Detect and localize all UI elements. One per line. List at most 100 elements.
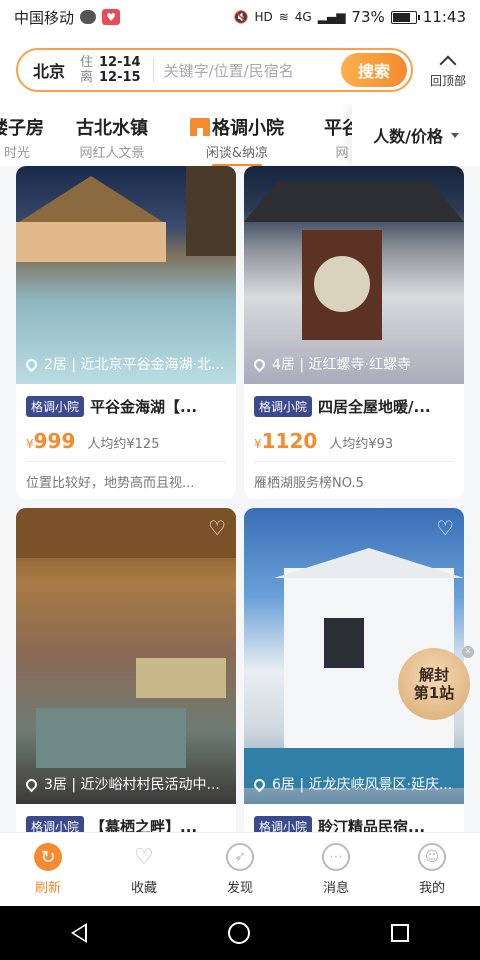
tab-profile[interactable]: ☺ 我的 (384, 833, 480, 906)
listing-title: 【慕栖之畔】... (90, 818, 198, 832)
location-text: 4居 | 近红螺寺·红螺寺 (272, 357, 411, 373)
carrier-label: 中国移动 (14, 8, 75, 27)
per-person-price: 人均约¥125 (87, 437, 160, 452)
heart-icon: ♡ (134, 844, 154, 870)
battery-percent: 73% (351, 8, 385, 26)
status-bar: 中国移动 ♥ 🔇 HD ≋ 4G ▂▄▆ 73% 11:43 (0, 0, 480, 34)
location-text: 2居 | 近北京平谷金海湖·北... (44, 357, 225, 373)
tab-title: 格调小院 (212, 118, 284, 139)
moon-gate (314, 256, 370, 312)
back-to-top-label: 回顶部 (429, 73, 466, 88)
listing-title: 平谷金海湖【... (90, 398, 198, 416)
search-button[interactable]: 搜索 (341, 53, 407, 87)
roof-shape (244, 182, 464, 222)
listing-location: 6居 | 近龙庆峡风景区·延庆... (254, 774, 459, 794)
tab-subtitle: 闲谈&纳凉 (205, 146, 269, 161)
listing-card[interactable]: 4居 | 近红螺寺·红螺寺 格调小院 四居全屋地暖/... ¥1120 人均约¥… (244, 166, 464, 499)
tab-subtitle: 时光 (3, 146, 30, 161)
tab-favorites[interactable]: ♡ 收藏 (96, 833, 192, 906)
listing-grid: 2居 | 近北京平谷金海湖·北... 格调小院 平谷金海湖【... ¥999 人… (0, 166, 480, 832)
tab-gediaoxiaoyuan[interactable]: 格调小院 闲谈&纳凉 (190, 114, 284, 166)
date-selector[interactable]: 住 12-14 离 12-15 (80, 55, 141, 85)
close-icon[interactable]: ✕ (462, 646, 474, 658)
bed-shape (136, 658, 226, 698)
category-tag: 格调小院 (26, 396, 85, 417)
listing-location: 4居 | 近红螺寺·红螺寺 (254, 354, 459, 374)
price-value: 999 (33, 429, 76, 453)
favorite-heart-icon[interactable]: ♡ (436, 516, 454, 540)
tab-gubeishuizhen[interactable]: 古北水镇 网红人文景 (76, 114, 148, 161)
house-icon (190, 118, 210, 136)
listing-photo[interactable]: 4居 | 近红螺寺·红螺寺 (244, 166, 464, 384)
mute-icon: 🔇 (233, 10, 249, 24)
filter-dropdown[interactable]: 人数/价格 (352, 104, 480, 166)
listing-price: ¥999 (26, 429, 75, 453)
listing-description: 雁栖湖服务榜NO.5 (254, 476, 364, 491)
listing-card[interactable]: ♡ 3居 | 近沙峪村村民活动中... 格调小院 【慕栖之畔】... (16, 508, 236, 832)
divider (254, 461, 454, 462)
listing-photo[interactable]: 2居 | 近北京平谷金海湖·北... (16, 166, 236, 384)
category-tag: 格调小院 (26, 816, 85, 832)
tab-label: 消息 (322, 881, 349, 896)
system-nav-bar (0, 906, 480, 960)
city-selector[interactable]: 北京 (18, 58, 80, 82)
tab-subtitle: 网红人文景 (79, 146, 145, 161)
tab-louzifang[interactable]: 楼子房 时光 (0, 114, 44, 161)
currency-symbol: ¥ (254, 437, 262, 451)
location-text: 6居 | 近龙庆峡风景区·延庆... (272, 777, 453, 793)
divider (26, 461, 226, 462)
category-tag: 格调小院 (254, 396, 313, 417)
refresh-icon: ↻ (34, 843, 62, 871)
checkout-date: 12-15 (99, 70, 141, 85)
roof-shape (274, 548, 464, 578)
listing-location: 2居 | 近北京平谷金海湖·北... (26, 354, 231, 374)
caret-down-icon (450, 132, 459, 138)
promo-badge[interactable]: 解封 第1站 (398, 648, 470, 720)
app-notification-icon: ♥ (102, 9, 121, 25)
house-wall (16, 222, 166, 262)
back-icon[interactable] (70, 923, 87, 943)
location-text: 3居 | 近沙峪村村民活动中... (44, 777, 220, 793)
promo-line2: 第1站 (413, 684, 455, 702)
category-tag: 格调小院 (254, 816, 313, 832)
hd-icon: HD (254, 10, 273, 24)
network-type: 4G (294, 10, 312, 24)
checkout-label: 离 (80, 70, 94, 85)
divider (152, 58, 154, 82)
listing-title: 聆汀精品民宿... (318, 818, 426, 832)
tab-label: 我的 (418, 881, 445, 896)
search-box[interactable]: 北京 住 12-14 离 12-15 关键字/位置/民宿名 搜索 (16, 48, 413, 92)
listing-location: 3居 | 近沙峪村村民活动中... (26, 774, 231, 794)
tab-discover[interactable]: ➶ 发现 (192, 833, 288, 906)
location-pin-icon (26, 776, 40, 792)
battery-icon (390, 10, 420, 24)
location-pin-icon (254, 776, 268, 792)
price-value: 1120 (261, 429, 318, 453)
filter-label: 人数/价格 (373, 127, 443, 146)
roof-shape (16, 176, 166, 224)
back-to-top-button[interactable]: 回顶部 (424, 48, 472, 92)
message-icon: ⋯ (322, 843, 350, 871)
chevron-up-icon (439, 55, 457, 72)
bottom-tab-bar: ↻ 刷新 ♡ 收藏 ➶ 发现 ⋯ 消息 ☺ 我的 (0, 832, 480, 906)
tab-messages[interactable]: ⋯ 消息 (288, 833, 384, 906)
home-icon[interactable] (227, 922, 250, 944)
table-shape (36, 708, 186, 768)
window-shape (324, 618, 364, 668)
tab-refresh[interactable]: ↻ 刷新 (0, 833, 96, 906)
location-pin-icon (254, 356, 268, 372)
per-person-price: 人均约¥93 (329, 437, 394, 452)
favorite-heart-icon[interactable]: ♡ (208, 516, 226, 540)
category-tabs: 楼子房 时光 古北水镇 网红人文景 格调小院 闲谈&纳凉 平谷 网 人数/价格 (0, 104, 480, 166)
listing-card[interactable]: 2居 | 近北京平谷金海湖·北... 格调小院 平谷金海湖【... ¥999 人… (16, 166, 236, 499)
chat-notification-icon (80, 10, 97, 24)
header: 北京 住 12-14 离 12-15 关键字/位置/民宿名 搜索 回顶部 (0, 34, 480, 104)
tab-title: 古北水镇 (76, 118, 148, 139)
location-pin-icon (26, 356, 40, 372)
wooden-ceiling (16, 508, 236, 558)
listing-photo[interactable]: ♡ 3居 | 近沙峪村村民活动中... (16, 508, 236, 804)
tab-label: 收藏 (130, 881, 157, 896)
clock: 11:43 (422, 8, 466, 26)
search-input[interactable]: 关键字/位置/民宿名 (164, 60, 341, 81)
recent-apps-icon[interactable] (391, 924, 410, 942)
